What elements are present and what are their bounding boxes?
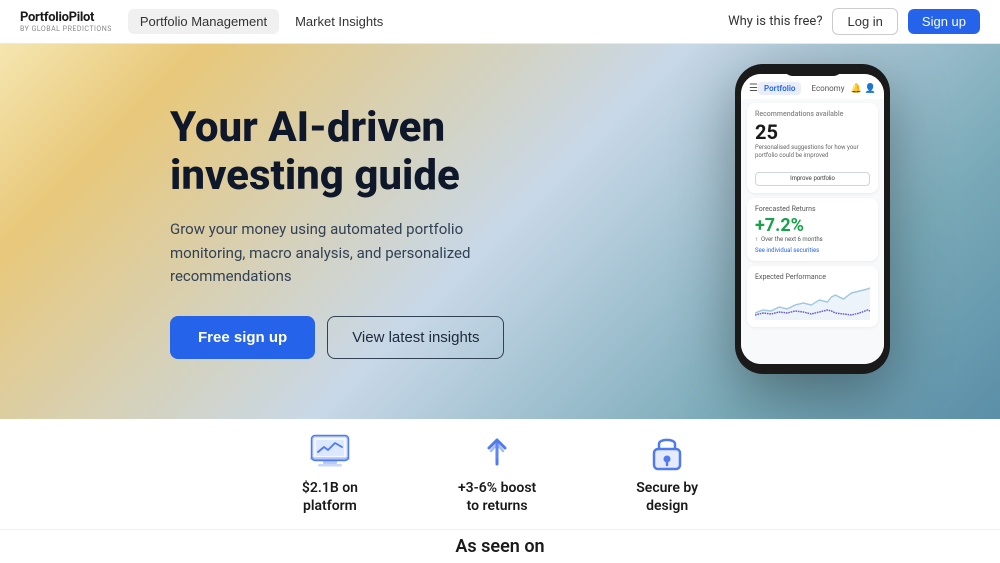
hero-title: Your AI-driven investing guide bbox=[170, 104, 520, 201]
up-arrow-icon: ↑ bbox=[755, 236, 758, 243]
phone-header-icons: 🔔 👤 bbox=[851, 84, 876, 94]
stat-platform-text: $2.1B on platform bbox=[302, 479, 358, 515]
phone-header: ☰ Portfolio Economy 🔔 👤 bbox=[741, 74, 884, 99]
phone-mockup: ☰ Portfolio Economy 🔔 👤 Recommendation bbox=[735, 64, 890, 374]
nav-portfolio-management[interactable]: Portfolio Management bbox=[128, 9, 279, 34]
hero-content: Your AI-driven investing guide Grow your… bbox=[0, 104, 520, 359]
rec-label: Recommendations available bbox=[755, 110, 843, 118]
stat-boost-text: +3-6% boost to returns bbox=[458, 479, 536, 515]
nav-links: Portfolio Management Market Insights bbox=[128, 9, 395, 34]
stat-secure: Secure by design bbox=[636, 433, 698, 515]
rec-count: 25 bbox=[755, 120, 870, 144]
hero-buttons: Free sign up View latest insights bbox=[170, 316, 520, 359]
lock-icon bbox=[643, 433, 691, 471]
phone-tab-portfolio: Portfolio bbox=[758, 82, 801, 95]
forecasted-returns-card: Forecasted Returns +7.2% ↑ Over the next… bbox=[747, 198, 878, 261]
phone-menu-icon: ☰ bbox=[749, 83, 758, 94]
view-insights-button[interactable]: View latest insights bbox=[327, 316, 504, 359]
phone-body: Recommendations available 25 Personalise… bbox=[741, 99, 884, 364]
login-button[interactable]: Log in bbox=[832, 8, 897, 35]
rec-desc: Personalised suggestions for how your po… bbox=[755, 144, 870, 160]
perf-title: Expected Performance bbox=[755, 273, 870, 281]
navbar: PortfolioPilot BY GLOBAL PREDICTIONS Por… bbox=[0, 0, 1000, 44]
as-seen-on-section: As seen on bbox=[0, 529, 1000, 563]
monitor-icon bbox=[306, 433, 354, 471]
forecasted-sub: ↑ Over the next 6 months bbox=[755, 236, 870, 243]
arrow-up-icon bbox=[473, 433, 521, 471]
phone-screen: ☰ Portfolio Economy 🔔 👤 Recommendation bbox=[741, 74, 884, 364]
logo-sub: BY GLOBAL PREDICTIONS bbox=[20, 25, 112, 33]
nav-market-insights[interactable]: Market Insights bbox=[283, 9, 395, 34]
free-signup-button[interactable]: Free sign up bbox=[170, 316, 315, 359]
hero-description: Grow your money using automated portfoli… bbox=[170, 218, 520, 288]
expected-performance-card: Expected Performance bbox=[747, 266, 878, 327]
phone-notch bbox=[783, 64, 843, 76]
phone-tab-economy: Economy bbox=[805, 82, 850, 95]
logo: PortfolioPilot BY GLOBAL PREDICTIONS bbox=[20, 10, 112, 33]
forecasted-title: Forecasted Returns bbox=[755, 205, 870, 213]
why-free-link[interactable]: Why is this free? bbox=[728, 14, 822, 29]
as-seen-on-title: As seen on bbox=[455, 536, 544, 557]
see-securities-link[interactable]: See individual securities bbox=[755, 247, 870, 254]
phone-user-icon: 👤 bbox=[865, 84, 876, 94]
phone-tabs: Portfolio Economy bbox=[758, 82, 850, 95]
recommendations-card: Recommendations available 25 Personalise… bbox=[747, 103, 878, 193]
forecasted-period: Over the next 6 months bbox=[761, 236, 823, 243]
phone-frame: ☰ Portfolio Economy 🔔 👤 Recommendation bbox=[735, 64, 890, 374]
forecasted-value: +7.2% bbox=[755, 215, 870, 236]
phone-bell-icon: 🔔 bbox=[851, 84, 862, 94]
stat-secure-text: Secure by design bbox=[636, 479, 698, 515]
logo-name: PortfolioPilot bbox=[20, 10, 112, 25]
stat-boost: +3-6% boost to returns bbox=[458, 433, 536, 515]
stat-platform: $2.1B on platform bbox=[302, 433, 358, 515]
stats-section: $2.1B on platform +3-6% boost to returns bbox=[0, 419, 1000, 529]
signup-nav-button[interactable]: Sign up bbox=[908, 9, 980, 34]
nav-right: Why is this free? Log in Sign up bbox=[728, 8, 980, 35]
hero-section: Your AI-driven investing guide Grow your… bbox=[0, 44, 1000, 419]
improve-portfolio-button[interactable]: Improve portfolio bbox=[755, 172, 870, 186]
rec-title-row: Recommendations available bbox=[755, 110, 870, 118]
performance-chart bbox=[755, 285, 870, 320]
